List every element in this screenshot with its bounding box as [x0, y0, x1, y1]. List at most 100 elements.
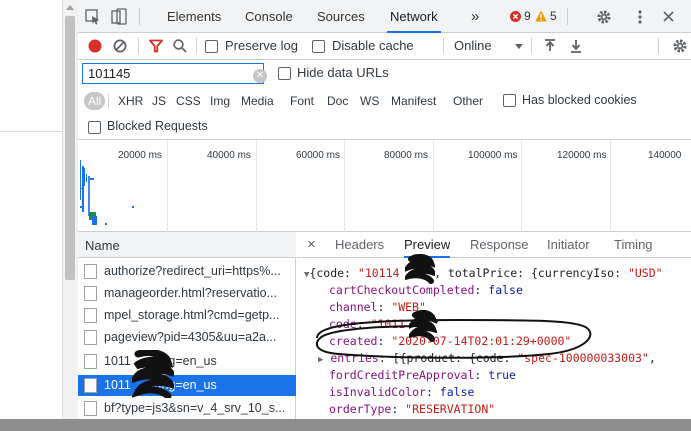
- timeline-overview[interactable]: 20000 ms 40000 ms 60000 ms 80000 ms 1000…: [78, 140, 691, 232]
- clear-icon[interactable]: [113, 39, 127, 53]
- document-icon: [84, 354, 97, 369]
- window-bottom-edge: [0, 419, 691, 431]
- settings-gear-icon[interactable]: [596, 9, 612, 25]
- timeline-gridline: [433, 140, 434, 232]
- device-toolbar-icon[interactable]: [111, 8, 127, 25]
- filter-row: 101145 ✕ Hide data URLs: [78, 60, 691, 87]
- request-row[interactable]: bf?type=js3&sn=v_4_srv_10_s...: [78, 398, 296, 419]
- blocked-requests-checkbox[interactable]: [88, 121, 101, 134]
- request-row[interactable]: authorize?redirect_uri=https%...: [78, 261, 296, 282]
- network-settings-icon[interactable]: [672, 38, 688, 54]
- import-har-icon[interactable]: [544, 39, 556, 53]
- timeline-tick-label: 80000 ms: [384, 150, 428, 161]
- type-filter-all[interactable]: All: [84, 92, 106, 110]
- kebab-menu-icon[interactable]: [637, 9, 643, 25]
- timeline-gridline: [256, 140, 257, 232]
- type-filter-font[interactable]: Font: [290, 92, 314, 110]
- request-row[interactable]: manageorder.html?reservatio...: [78, 283, 296, 304]
- tab-separator: [139, 8, 140, 25]
- timeline-tick-label: 140000: [648, 150, 682, 161]
- request-row[interactable]: pageview?pid=4305&uu=a2a...: [78, 327, 296, 348]
- filter-icon[interactable]: [149, 39, 163, 53]
- type-filter-xhr[interactable]: XHR: [118, 92, 143, 110]
- filter-input[interactable]: 101145 ✕: [82, 63, 267, 84]
- disable-cache-checkbox[interactable]: [312, 40, 325, 53]
- page-scrollbar-thumb[interactable]: [65, 16, 75, 280]
- document-icon: [84, 401, 97, 416]
- timeline-gridline: [344, 140, 345, 232]
- preserve-log-checkbox[interactable]: [205, 40, 218, 53]
- inspect-element-icon[interactable]: [85, 9, 101, 25]
- preserve-log-label[interactable]: Preserve log: [225, 38, 298, 53]
- timeline-tick-label: 40000 ms: [207, 150, 251, 161]
- request-row[interactable]: 1011 lang=en_us: [78, 351, 296, 372]
- tab-timing[interactable]: Timing: [614, 232, 653, 258]
- filter-input-value: 101145: [88, 66, 131, 81]
- error-count[interactable]: 9: [524, 0, 531, 33]
- type-filter-js[interactable]: JS: [152, 92, 166, 110]
- tab-initiator[interactable]: Initiator: [547, 232, 590, 258]
- close-detail-button[interactable]: ×: [307, 232, 316, 258]
- type-filter-media[interactable]: Media: [241, 92, 274, 110]
- warning-count[interactable]: 5: [550, 0, 557, 33]
- type-filter-other[interactable]: Other: [453, 92, 483, 110]
- has-blocked-cookies-label[interactable]: Has blocked cookies: [522, 93, 637, 107]
- timeline-tick-label: 100000 ms: [468, 150, 518, 161]
- throttling-select[interactable]: Online: [454, 38, 492, 53]
- export-har-icon[interactable]: [570, 39, 582, 53]
- detail-tab-bar: × Headers Preview Response Initiator Tim…: [297, 232, 691, 258]
- more-tabs-button[interactable]: »: [471, 0, 479, 33]
- request-row[interactable]: mpel_storage.html?cmd=getp...: [78, 305, 296, 326]
- document-icon: [84, 378, 97, 393]
- blocked-requests-label[interactable]: Blocked Requests: [107, 119, 208, 133]
- record-icon[interactable]: [88, 39, 102, 53]
- tab-network[interactable]: Network: [387, 0, 441, 33]
- clear-filter-icon[interactable]: ✕: [253, 69, 267, 83]
- scroll-up-arrow-icon[interactable]: [66, 5, 74, 10]
- request-list-header[interactable]: Name: [78, 232, 296, 258]
- disable-cache-label[interactable]: Disable cache: [332, 38, 414, 53]
- redaction-scribble: [132, 350, 174, 398]
- toolbar-separator: [138, 38, 139, 54]
- hide-data-urls-label[interactable]: Hide data URLs: [297, 65, 389, 80]
- type-filter-manifest[interactable]: Manifest: [391, 92, 436, 110]
- has-blocked-cookies-checkbox[interactable]: [503, 94, 516, 107]
- warning-icon[interactable]: [535, 10, 547, 22]
- request-name: bf?type=js3&sn=v_4_srv_10_s...: [104, 401, 286, 415]
- document-icon: [84, 264, 97, 279]
- error-icon[interactable]: [510, 11, 521, 22]
- tab-sources[interactable]: Sources: [317, 0, 365, 33]
- type-filter-img[interactable]: Img: [210, 92, 230, 110]
- type-filter-doc[interactable]: Doc: [327, 92, 348, 110]
- request-name: manageorder.html?reservatio...: [104, 286, 278, 300]
- request-row-selected[interactable]: 1011 lang=en_us: [78, 375, 296, 396]
- hide-data-urls-checkbox[interactable]: [278, 67, 291, 80]
- type-filter-ws[interactable]: WS: [360, 92, 379, 110]
- redaction-scribble: [405, 254, 435, 284]
- page-divider: [0, 131, 62, 132]
- name-column-header[interactable]: Name: [85, 238, 120, 253]
- preview-line: fordCreditPreApproval: true: [329, 368, 516, 382]
- request-detail-pane: × Headers Preview Response Initiator Tim…: [297, 232, 691, 419]
- timeline-gridline: [167, 140, 168, 232]
- preview-line: isInvalidColor: false: [329, 385, 475, 399]
- request-list: Name authorize?redirect_uri=https%... ma…: [78, 232, 296, 419]
- devtools-panel: Elements Console Sources Network » 9 5 P…: [78, 0, 691, 419]
- tab-headers[interactable]: Headers: [335, 232, 384, 258]
- close-devtools-icon[interactable]: [663, 11, 674, 22]
- document-icon: [84, 286, 97, 301]
- request-name: authorize?redirect_uri=https%...: [104, 264, 281, 278]
- document-icon: [84, 308, 97, 323]
- timeline-gridline: [610, 140, 611, 232]
- timeline-tick-label: 60000 ms: [296, 150, 340, 161]
- tab-console[interactable]: Console: [245, 0, 293, 33]
- devtools-tab-bar: Elements Console Sources Network » 9 5: [78, 0, 691, 33]
- tab-response[interactable]: Response: [470, 232, 529, 258]
- search-icon[interactable]: [173, 39, 187, 53]
- toolbar-separator: [658, 38, 659, 54]
- chevron-down-icon[interactable]: [515, 44, 523, 49]
- timeline-tick-label: 120000 ms: [557, 150, 607, 161]
- tab-elements[interactable]: Elements: [167, 0, 221, 33]
- type-filter-css[interactable]: CSS: [176, 92, 201, 110]
- request-name: pageview?pid=4305&uu=a2a...: [104, 330, 277, 344]
